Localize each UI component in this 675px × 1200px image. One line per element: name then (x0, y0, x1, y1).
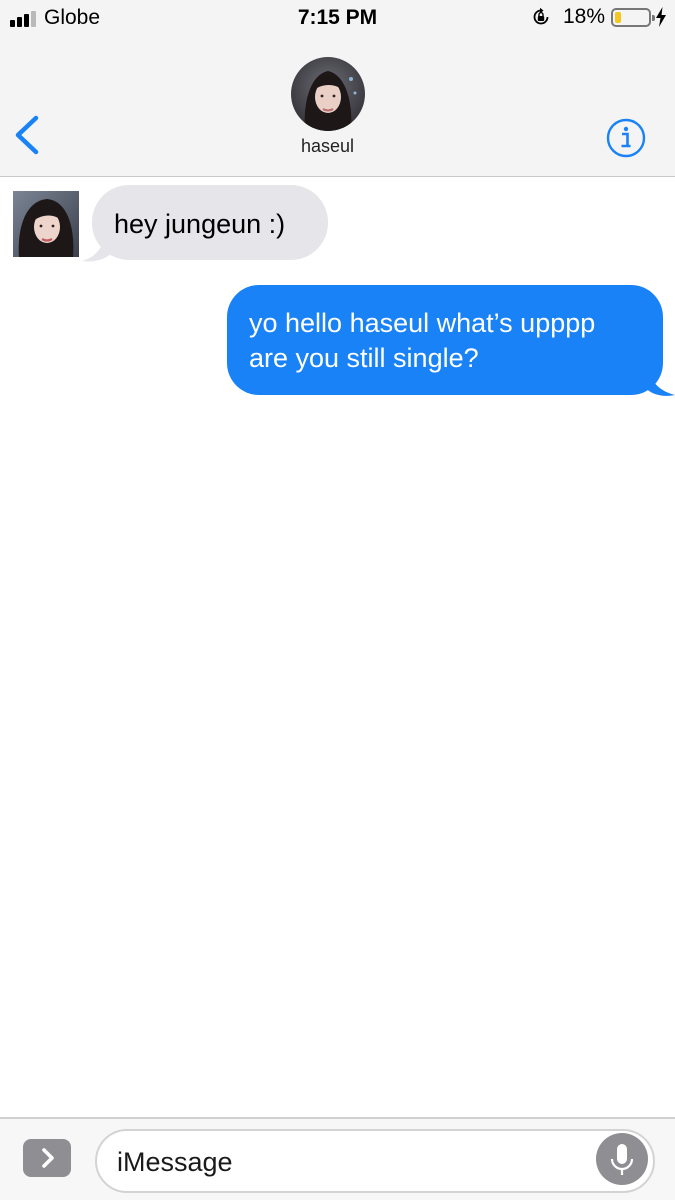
info-button[interactable] (606, 118, 646, 158)
contact-name[interactable]: haseul (0, 136, 655, 157)
charging-bolt-icon (656, 7, 666, 27)
battery-fill (615, 11, 621, 23)
chevron-right-icon (42, 1148, 54, 1168)
conversation-header: haseul (0, 40, 675, 177)
orientation-lock-icon (533, 7, 549, 25)
sender-avatar[interactable] (13, 191, 79, 257)
outgoing-message-bubble[interactable]: yo hello haseul what’s upppp are you sti… (227, 285, 663, 395)
incoming-message-bubble[interactable]: hey jungeun :) (92, 185, 328, 260)
message-text-line: are you still single? (249, 343, 479, 373)
microphone-icon (610, 1144, 634, 1175)
compose-bar (0, 1117, 675, 1200)
message-text: hey jungeun :) (114, 209, 286, 239)
message-field (95, 1129, 655, 1193)
battery-percent: 18% (562, 5, 605, 28)
expand-apps-button[interactable] (23, 1139, 71, 1177)
dictation-button[interactable] (596, 1133, 648, 1185)
status-right: 18% (531, 5, 667, 29)
message-thread: hey jungeun :) yo hello haseul what’s up… (0, 177, 675, 1117)
battery-icon (611, 7, 655, 27)
message-text-line: yo hello haseul what’s upppp (249, 308, 596, 338)
info-icon (606, 118, 646, 158)
avatar-image (291, 57, 365, 131)
contact-avatar[interactable] (291, 57, 365, 131)
avatar-image (13, 191, 79, 257)
message-input[interactable] (115, 1143, 589, 1181)
status-bar: Globe 7:15 PM 18% (0, 0, 675, 40)
